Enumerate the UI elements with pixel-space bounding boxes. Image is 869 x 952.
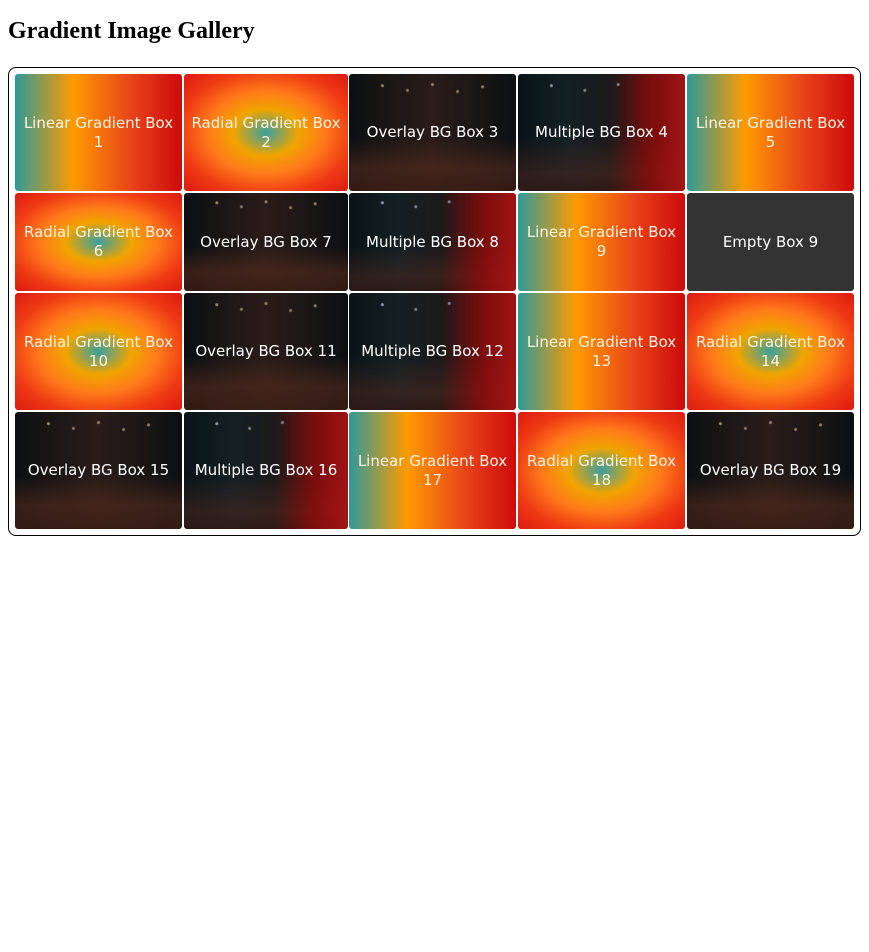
gallery-box: Empty Box 9 xyxy=(687,193,854,291)
gallery-box: Overlay BG Box 3 xyxy=(349,74,516,191)
box-label: Multiple BG Box 4 xyxy=(535,123,668,141)
gallery-box: Overlay BG Box 7 xyxy=(184,193,348,291)
gallery-box: Radial Gradient Box 18 xyxy=(518,412,685,529)
gallery-box: Overlay BG Box 19 xyxy=(687,412,854,529)
page-title: Gradient Image Gallery xyxy=(8,18,255,44)
box-label: Multiple BG Box 8 xyxy=(366,232,499,251)
gallery-box: Linear Gradient Box 17 xyxy=(349,412,516,529)
box-label: Linear Gradient Box 13 xyxy=(526,332,677,370)
box-label: Overlay BG Box 15 xyxy=(27,461,170,479)
gallery-box: Linear Gradient Box 13 xyxy=(518,293,685,410)
gallery-box: Overlay BG Box 15 xyxy=(15,412,182,529)
box-label: Overlay BG Box 19 xyxy=(699,461,842,479)
gallery-box: Linear Gradient Box 9 xyxy=(518,193,685,291)
box-label: Radial Gradient Box 14 xyxy=(695,332,846,370)
box-label: Radial Gradient Box 6 xyxy=(23,223,174,260)
box-label: Overlay BG Box 11 xyxy=(195,342,337,360)
gallery-box: Radial Gradient Box 2 xyxy=(184,74,348,191)
gallery-box: Radial Gradient Box 6 xyxy=(15,193,182,291)
box-label: Overlay BG Box 7 xyxy=(200,232,332,251)
box-label: Empty Box 9 xyxy=(722,232,819,251)
gallery-grid: Linear Gradient Box 1 Radial Gradient Bo… xyxy=(8,67,861,536)
box-label: Linear Gradient Box 5 xyxy=(695,113,846,151)
box-label: Overlay BG Box 3 xyxy=(366,123,499,141)
gallery-box: Multiple BG Box 8 xyxy=(349,193,516,291)
box-label: Linear Gradient Box 1 xyxy=(23,113,174,151)
gallery-box: Multiple BG Box 4 xyxy=(518,74,685,191)
gallery-box: Radial Gradient Box 14 xyxy=(687,293,854,410)
box-label: Multiple BG Box 12 xyxy=(361,342,504,360)
gallery-box: Radial Gradient Box 10 xyxy=(15,293,182,410)
box-label: Radial Gradient Box 18 xyxy=(526,451,677,489)
box-label: Multiple BG Box 16 xyxy=(194,461,338,479)
box-label: Radial Gradient Box 2 xyxy=(191,113,341,151)
gallery-box: Multiple BG Box 16 xyxy=(184,412,348,529)
gallery-box: Multiple BG Box 12 xyxy=(349,293,516,410)
box-label: Linear Gradient Box 17 xyxy=(357,451,508,489)
gallery-box: Linear Gradient Box 5 xyxy=(687,74,854,191)
box-label: Linear Gradient Box 9 xyxy=(526,223,677,260)
box-label: Radial Gradient Box 10 xyxy=(23,332,174,370)
gallery-box: Linear Gradient Box 1 xyxy=(15,74,182,191)
gallery-box: Overlay BG Box 11 xyxy=(184,293,348,410)
